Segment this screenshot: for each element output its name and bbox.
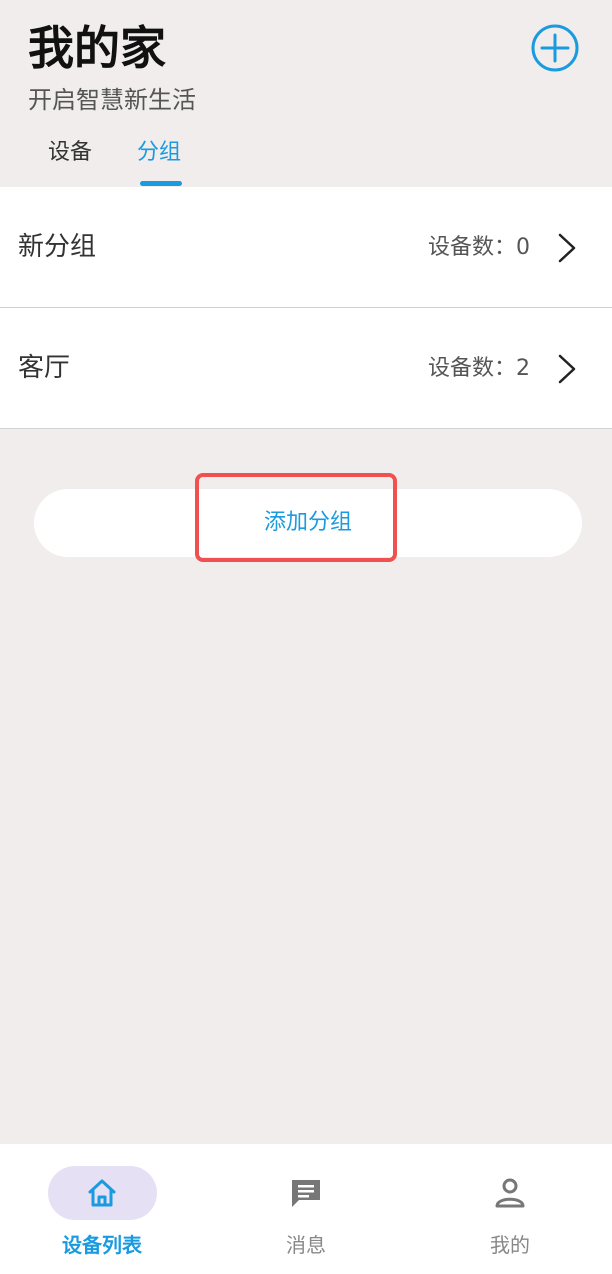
- bottom-nav: 设备列表 消息 我的: [0, 1144, 612, 1274]
- add-group-label: 添加分组: [263, 510, 352, 535]
- group-row-living-room[interactable]: 客厅 设备数：2: [0, 308, 612, 429]
- nav-item-device-list[interactable]: 设备列表: [0, 1144, 204, 1274]
- add-group-button[interactable]: 添加分组: [34, 489, 582, 557]
- chevron-right-icon: [558, 233, 576, 263]
- group-device-count: 设备数：2: [428, 356, 530, 381]
- home-icon: [88, 1179, 116, 1207]
- nav-item-mine[interactable]: 我的: [408, 1144, 612, 1274]
- message-icon: [292, 1180, 320, 1207]
- group-list: 新分组 设备数：0 客厅 设备数：2: [0, 187, 612, 429]
- nav-item-messages[interactable]: 消息: [204, 1144, 408, 1274]
- tab-devices[interactable]: 设备: [48, 136, 92, 170]
- tab-groups[interactable]: 分组: [137, 136, 181, 170]
- nav-label: 我的: [490, 1233, 530, 1257]
- chevron-right-icon: [558, 354, 576, 384]
- tab-active-indicator: [140, 181, 182, 186]
- nav-label: 消息: [286, 1233, 326, 1257]
- person-icon: [495, 1178, 525, 1208]
- group-name: 客厅: [18, 353, 71, 383]
- page-title: 我的家: [28, 21, 166, 75]
- page-subtitle: 开启智慧新生活: [28, 86, 196, 114]
- nav-label: 设备列表: [62, 1233, 142, 1257]
- group-device-count: 设备数：0: [428, 235, 530, 260]
- group-name: 新分组: [18, 232, 97, 262]
- group-row-new[interactable]: 新分组 设备数：0: [0, 187, 612, 308]
- plus-circle-icon[interactable]: [531, 24, 579, 72]
